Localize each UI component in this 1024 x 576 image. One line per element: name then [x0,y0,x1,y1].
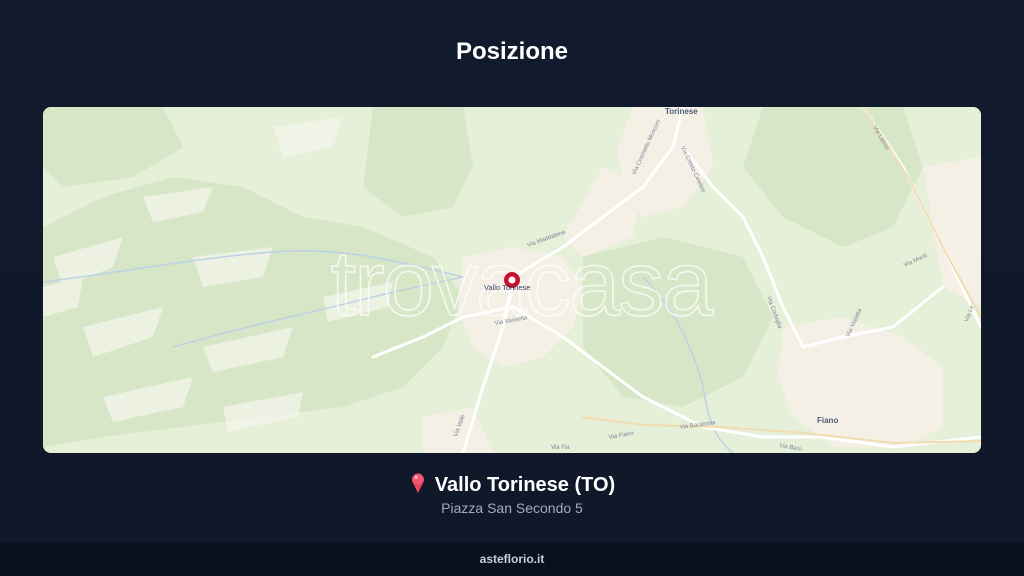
footer: asteflorio.it [0,543,1024,576]
location-address: Piazza San Secondo 5 [441,500,583,516]
map-pin-icon [411,473,424,493]
place-label-torinese: Torinese [665,107,698,116]
place-label-fiano: Fiano [817,416,838,425]
street-label: Via Fia [551,445,570,451]
footer-site-link[interactable]: asteflorio.it [480,552,545,566]
marker-label: Vallo Torinese [484,283,530,292]
map-view[interactable]: Torinese Fiano Via Maddalena Via Cosmett… [43,107,981,453]
map-canvas[interactable]: Torinese Fiano Via Maddalena Via Cosmett… [43,107,981,453]
page-title: Posizione [455,38,569,65]
location-name: Vallo Torinese (TO) [0,472,1024,497]
location-name-text: Vallo Torinese (TO) [434,474,616,496]
